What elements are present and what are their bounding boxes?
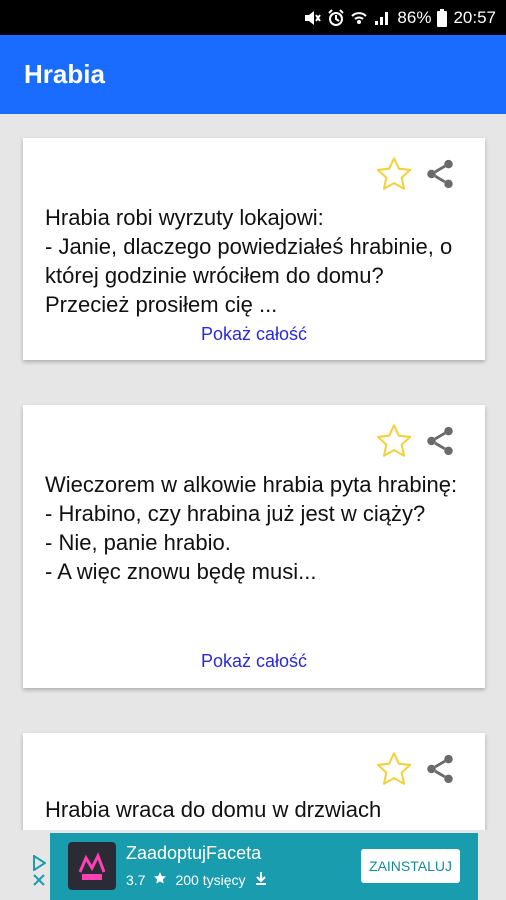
share-icon[interactable] bbox=[423, 157, 457, 196]
joke-card[interactable]: Hrabia robi wyrzuty lokajowi: - Janie, d… bbox=[23, 138, 485, 360]
install-button[interactable]: ZAINSTALUJ bbox=[361, 849, 460, 883]
share-icon[interactable] bbox=[423, 424, 457, 463]
ad-close-icon[interactable] bbox=[32, 873, 46, 887]
joke-card[interactable]: Wieczorem w alkowie hrabia pyta hrabinę:… bbox=[23, 405, 485, 688]
ad-choices[interactable] bbox=[28, 855, 50, 900]
app-logo-icon bbox=[68, 842, 116, 890]
show-more-link[interactable]: Pokaż całość bbox=[23, 324, 485, 345]
star-icon[interactable] bbox=[375, 156, 413, 197]
ad-app-name: ZaadoptujFaceta bbox=[126, 843, 262, 863]
wifi-icon bbox=[351, 10, 368, 26]
ad-rating: 3.7 bbox=[126, 871, 146, 888]
show-more-link[interactable]: Pokaż całość bbox=[23, 651, 485, 672]
joke-text: Hrabia wraca do domu w drzwiach bbox=[45, 797, 382, 822]
battery-icon bbox=[437, 8, 448, 27]
ad-installs: 200 tysięcy bbox=[175, 871, 246, 888]
alarm-icon bbox=[327, 8, 345, 27]
ad-meta: 3.7 200 tysięcy bbox=[126, 871, 268, 888]
download-icon bbox=[254, 871, 268, 888]
rating-star-icon bbox=[153, 871, 167, 888]
mute-icon bbox=[303, 10, 322, 26]
star-icon[interactable] bbox=[375, 423, 413, 464]
share-icon[interactable] bbox=[423, 752, 457, 791]
status-bar: 86% 20:57 bbox=[0, 0, 506, 35]
ad-banner[interactable]: ZaadoptujFaceta 3.7 200 tysięcy ZAINSTAL… bbox=[0, 830, 506, 900]
star-icon[interactable] bbox=[375, 751, 413, 792]
ad-content[interactable]: ZaadoptujFaceta 3.7 200 tysięcy ZAINSTAL… bbox=[50, 833, 478, 900]
page-title: Hrabia bbox=[24, 59, 105, 89]
battery-percent: 86% bbox=[397, 7, 432, 27]
joke-text: Wieczorem w alkowie hrabia pyta hrabinę:… bbox=[45, 472, 458, 584]
joke-text: Hrabia robi wyrzuty lokajowi: - Janie, d… bbox=[45, 205, 453, 317]
clock: 20:57 bbox=[453, 7, 496, 27]
signal-icon bbox=[373, 10, 391, 26]
app-bar: Hrabia bbox=[0, 35, 506, 114]
ad-info-icon[interactable] bbox=[32, 855, 46, 871]
